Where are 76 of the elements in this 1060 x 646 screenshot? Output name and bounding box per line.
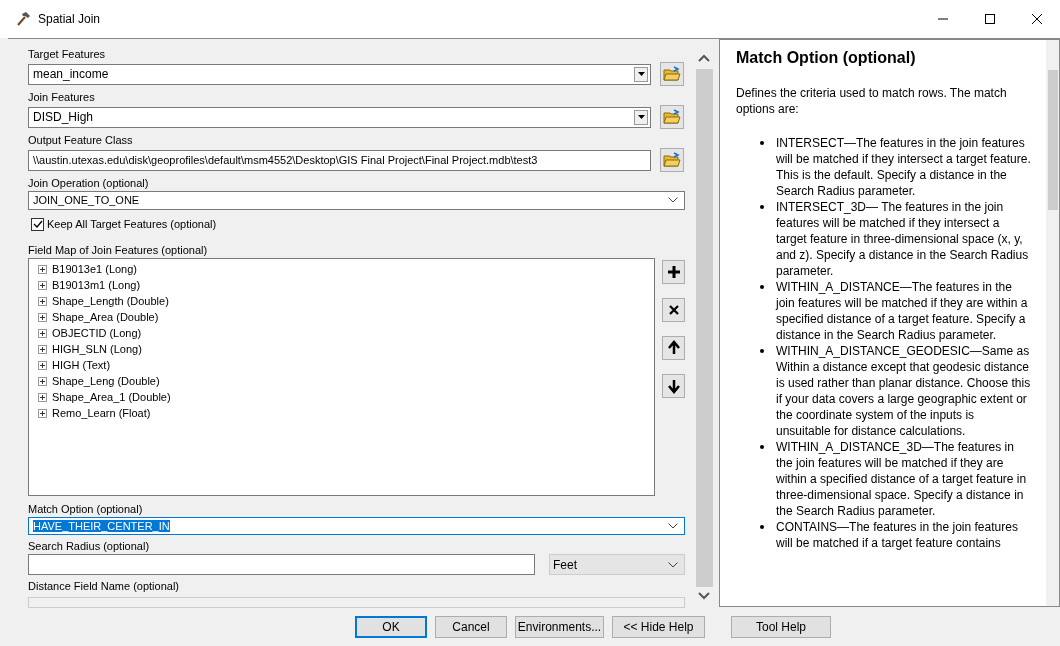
expand-icon[interactable] <box>38 377 47 386</box>
dialog-button[interactable]: Environments... <box>515 616 604 638</box>
arrow-up-icon <box>665 339 682 356</box>
folder-icon <box>663 152 681 168</box>
dropdown-arrow-icon <box>637 115 645 119</box>
input-field[interactable] <box>28 554 535 575</box>
expand-icon[interactable] <box>38 409 47 418</box>
field-label: Target Features <box>28 47 107 62</box>
expand-icon[interactable] <box>38 329 47 338</box>
maximize-icon[interactable] <box>985 14 995 24</box>
help-text: CONTAINS—The features in the join features will be matched if a target feature contains <box>776 519 1019 551</box>
chevron-down-icon <box>668 561 678 568</box>
tree-item[interactable]: HIGH_SLN (Long) <box>52 341 142 358</box>
expand-icon[interactable] <box>38 393 47 402</box>
scroll-down-icon[interactable] <box>698 591 710 601</box>
move-up-button[interactable] <box>662 335 685 360</box>
plus-icon <box>665 263 682 280</box>
expand-icon[interactable] <box>38 313 47 322</box>
tree-item[interactable]: OBJECTID (Long) <box>52 325 142 342</box>
dropdown-field[interactable]: JOIN_ONE_TO_ONE <box>28 191 685 210</box>
dialog-button[interactable]: << Hide Help <box>612 616 705 638</box>
chevron-down-icon <box>668 197 678 204</box>
tree-item[interactable]: Shape_Leng (Double) <box>52 373 160 390</box>
dropdown-field[interactable]: DISD_High <box>28 106 651 128</box>
dropdown-arrow-icon <box>637 72 645 76</box>
dropdown-field[interactable]: mean_income <box>28 63 651 85</box>
field-label: Field Map of Join Features (optional) <box>28 242 209 258</box>
checkbox[interactable] <box>31 218 44 231</box>
field-label: Join Operation (optional) <box>28 176 150 191</box>
browse-button[interactable] <box>660 105 684 129</box>
help-text: WITHIN_A_DISTANCE—The features in the join features will be matched if they are within a specified distance of a target feature. Specify a distance in the Search Radius parameter. <box>776 279 1029 343</box>
help-text: INTERSECT—The features in the join features will be matched if they intersect a target feature. This is the default. Specify a distance in the Search Radius parameter. <box>776 135 1032 199</box>
expand-icon[interactable] <box>38 345 47 354</box>
dialog-button[interactable]: Tool Help <box>731 616 831 638</box>
close-icon[interactable] <box>1032 14 1042 24</box>
hammer-icon <box>16 11 32 27</box>
text-field[interactable]: \\austin.utexas.edu\disk\geoprofiles\default\msm4552\Desktop\GIS Final Project\Final Project.mdb\test3 <box>28 149 651 171</box>
help-text: INTERSECT_3D— The features in the join features will be matched if they intersect a target feature in three-dimensional space (x, y, and z). Specify a distance in the Search Radius parameter. <box>776 199 1030 279</box>
expand-icon[interactable] <box>38 265 47 274</box>
field-label: Search Radius (optional) <box>28 539 151 554</box>
field-label: Join Features <box>28 90 96 105</box>
field-label: Distance Field Name (optional) <box>28 579 180 594</box>
dialog-button[interactable]: OK <box>355 616 427 638</box>
remove-button[interactable] <box>662 297 685 322</box>
dialog-button[interactable]: Cancel <box>435 616 507 638</box>
tree-item[interactable]: Shape_Area_1 (Double) <box>52 389 171 406</box>
help-title: Match Option (optional) <box>736 48 917 68</box>
expand-icon[interactable] <box>38 281 47 290</box>
checkbox-label: Keep All Target Features (optional) <box>47 217 217 233</box>
help-text: WITHIN_A_DISTANCE_3D—The features in the join features will be matched if they are within a specified distance of a target feature in three-dimensional space. Specify a distance in the Search Radius parameter. <box>776 439 1028 519</box>
tree-item[interactable]: B19013m1 (Long) <box>52 277 141 294</box>
window-title: Spatial Join <box>38 11 101 28</box>
move-down-button[interactable] <box>662 373 685 398</box>
browse-button[interactable] <box>660 62 684 86</box>
scroll-thumb[interactable] <box>1047 70 1058 210</box>
scroll-up-icon[interactable] <box>698 53 710 63</box>
help-text: Defines the criteria used to match rows. The match options are: <box>736 85 1008 117</box>
browse-button[interactable] <box>660 148 684 172</box>
tree-item[interactable]: Shape_Area (Double) <box>52 309 159 326</box>
field-label: Output Feature Class <box>28 133 134 148</box>
chevron-down-icon <box>668 522 678 529</box>
folder-icon <box>663 109 681 125</box>
dropdown-field[interactable]: HAVE_THEIR_CENTER_IN <box>28 516 685 535</box>
arrow-down-icon <box>665 377 682 394</box>
field-label: Match Option (optional) <box>28 501 144 517</box>
tree-item[interactable]: HIGH (Text) <box>52 357 111 374</box>
help-text: WITHIN_A_DISTANCE_GEODESIC—Same as Within a distance except that geodesic distance is used rather than planar distance. Choose this if your data covers a large geographic extent or the coordinate system of the inputs is unsuitable for distance calculations. <box>776 343 1032 439</box>
tree-item[interactable]: Shape_Length (Double) <box>52 293 169 310</box>
add-button[interactable] <box>662 259 685 284</box>
expand-icon[interactable] <box>38 361 47 370</box>
expand-icon[interactable] <box>38 297 47 306</box>
help-scrollbar[interactable] <box>1046 40 1059 606</box>
folder-icon <box>663 66 681 82</box>
tree-item[interactable]: B19013e1 (Long) <box>52 261 137 278</box>
tree-item[interactable]: Remo_Learn (Float) <box>52 405 151 422</box>
unit-dropdown[interactable]: Feet <box>549 554 685 575</box>
